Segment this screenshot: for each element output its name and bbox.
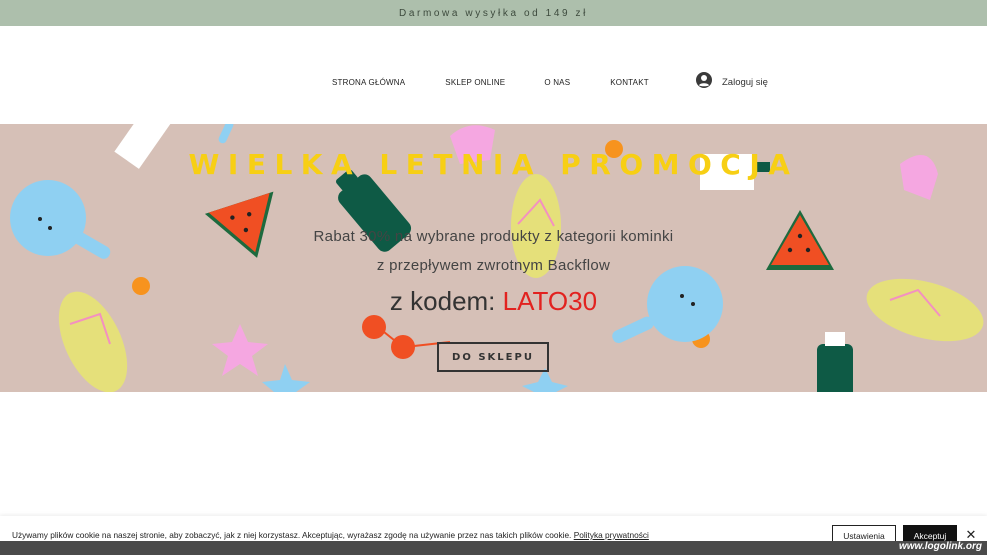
promo-code-line: z kodem: LATO30 xyxy=(0,286,987,317)
nav-item-about[interactable]: O NAS xyxy=(544,78,570,87)
promo-code-prefix: z kodem: xyxy=(389,286,503,316)
watermark: www.logolink.org xyxy=(899,541,982,552)
cookie-text: Używamy plików cookie na naszej stronie,… xyxy=(12,530,572,540)
promo-title: WIELKA LETNIA PROMOCJA xyxy=(188,148,799,181)
nav-item-contact[interactable]: KONTAKT xyxy=(610,78,649,87)
promo-description-line-1: Rabat 30% na wybrane produkty z kategori… xyxy=(313,228,674,245)
promo-banner: WIELKA LETNIA PROMOCJA Rabat 30% na wybr… xyxy=(0,124,987,392)
user-avatar-icon xyxy=(696,72,712,93)
login-label: Zaloguj się xyxy=(722,77,768,88)
bottom-strip xyxy=(0,541,987,555)
main-nav: STRONA GŁÓWNA SKLEP ONLINE O NAS KONTAKT xyxy=(332,78,649,87)
nav-item-home[interactable]: STRONA GŁÓWNA xyxy=(332,78,405,87)
privacy-policy-link[interactable]: Polityka prywatności xyxy=(574,530,649,540)
cookie-message: Używamy plików cookie na naszej stronie,… xyxy=(12,530,649,540)
login-button[interactable]: Zaloguj się xyxy=(696,72,768,93)
announcement-bar: Darmowa wysyłka od 149 zł xyxy=(0,0,987,26)
site-header: STRONA GŁÓWNA SKLEP ONLINE O NAS KONTAKT… xyxy=(0,26,987,124)
promo-code: LATO30 xyxy=(502,286,598,316)
shop-now-button[interactable]: DO SKLEPU xyxy=(437,342,549,372)
promo-description-line-2: z przepływem zwrotnym Backflow xyxy=(376,257,611,274)
star-decoration xyxy=(212,324,268,376)
nav-item-shop[interactable]: SKLEP ONLINE xyxy=(445,78,505,87)
announcement-text: Darmowa wysyłka od 149 zł xyxy=(399,7,588,19)
